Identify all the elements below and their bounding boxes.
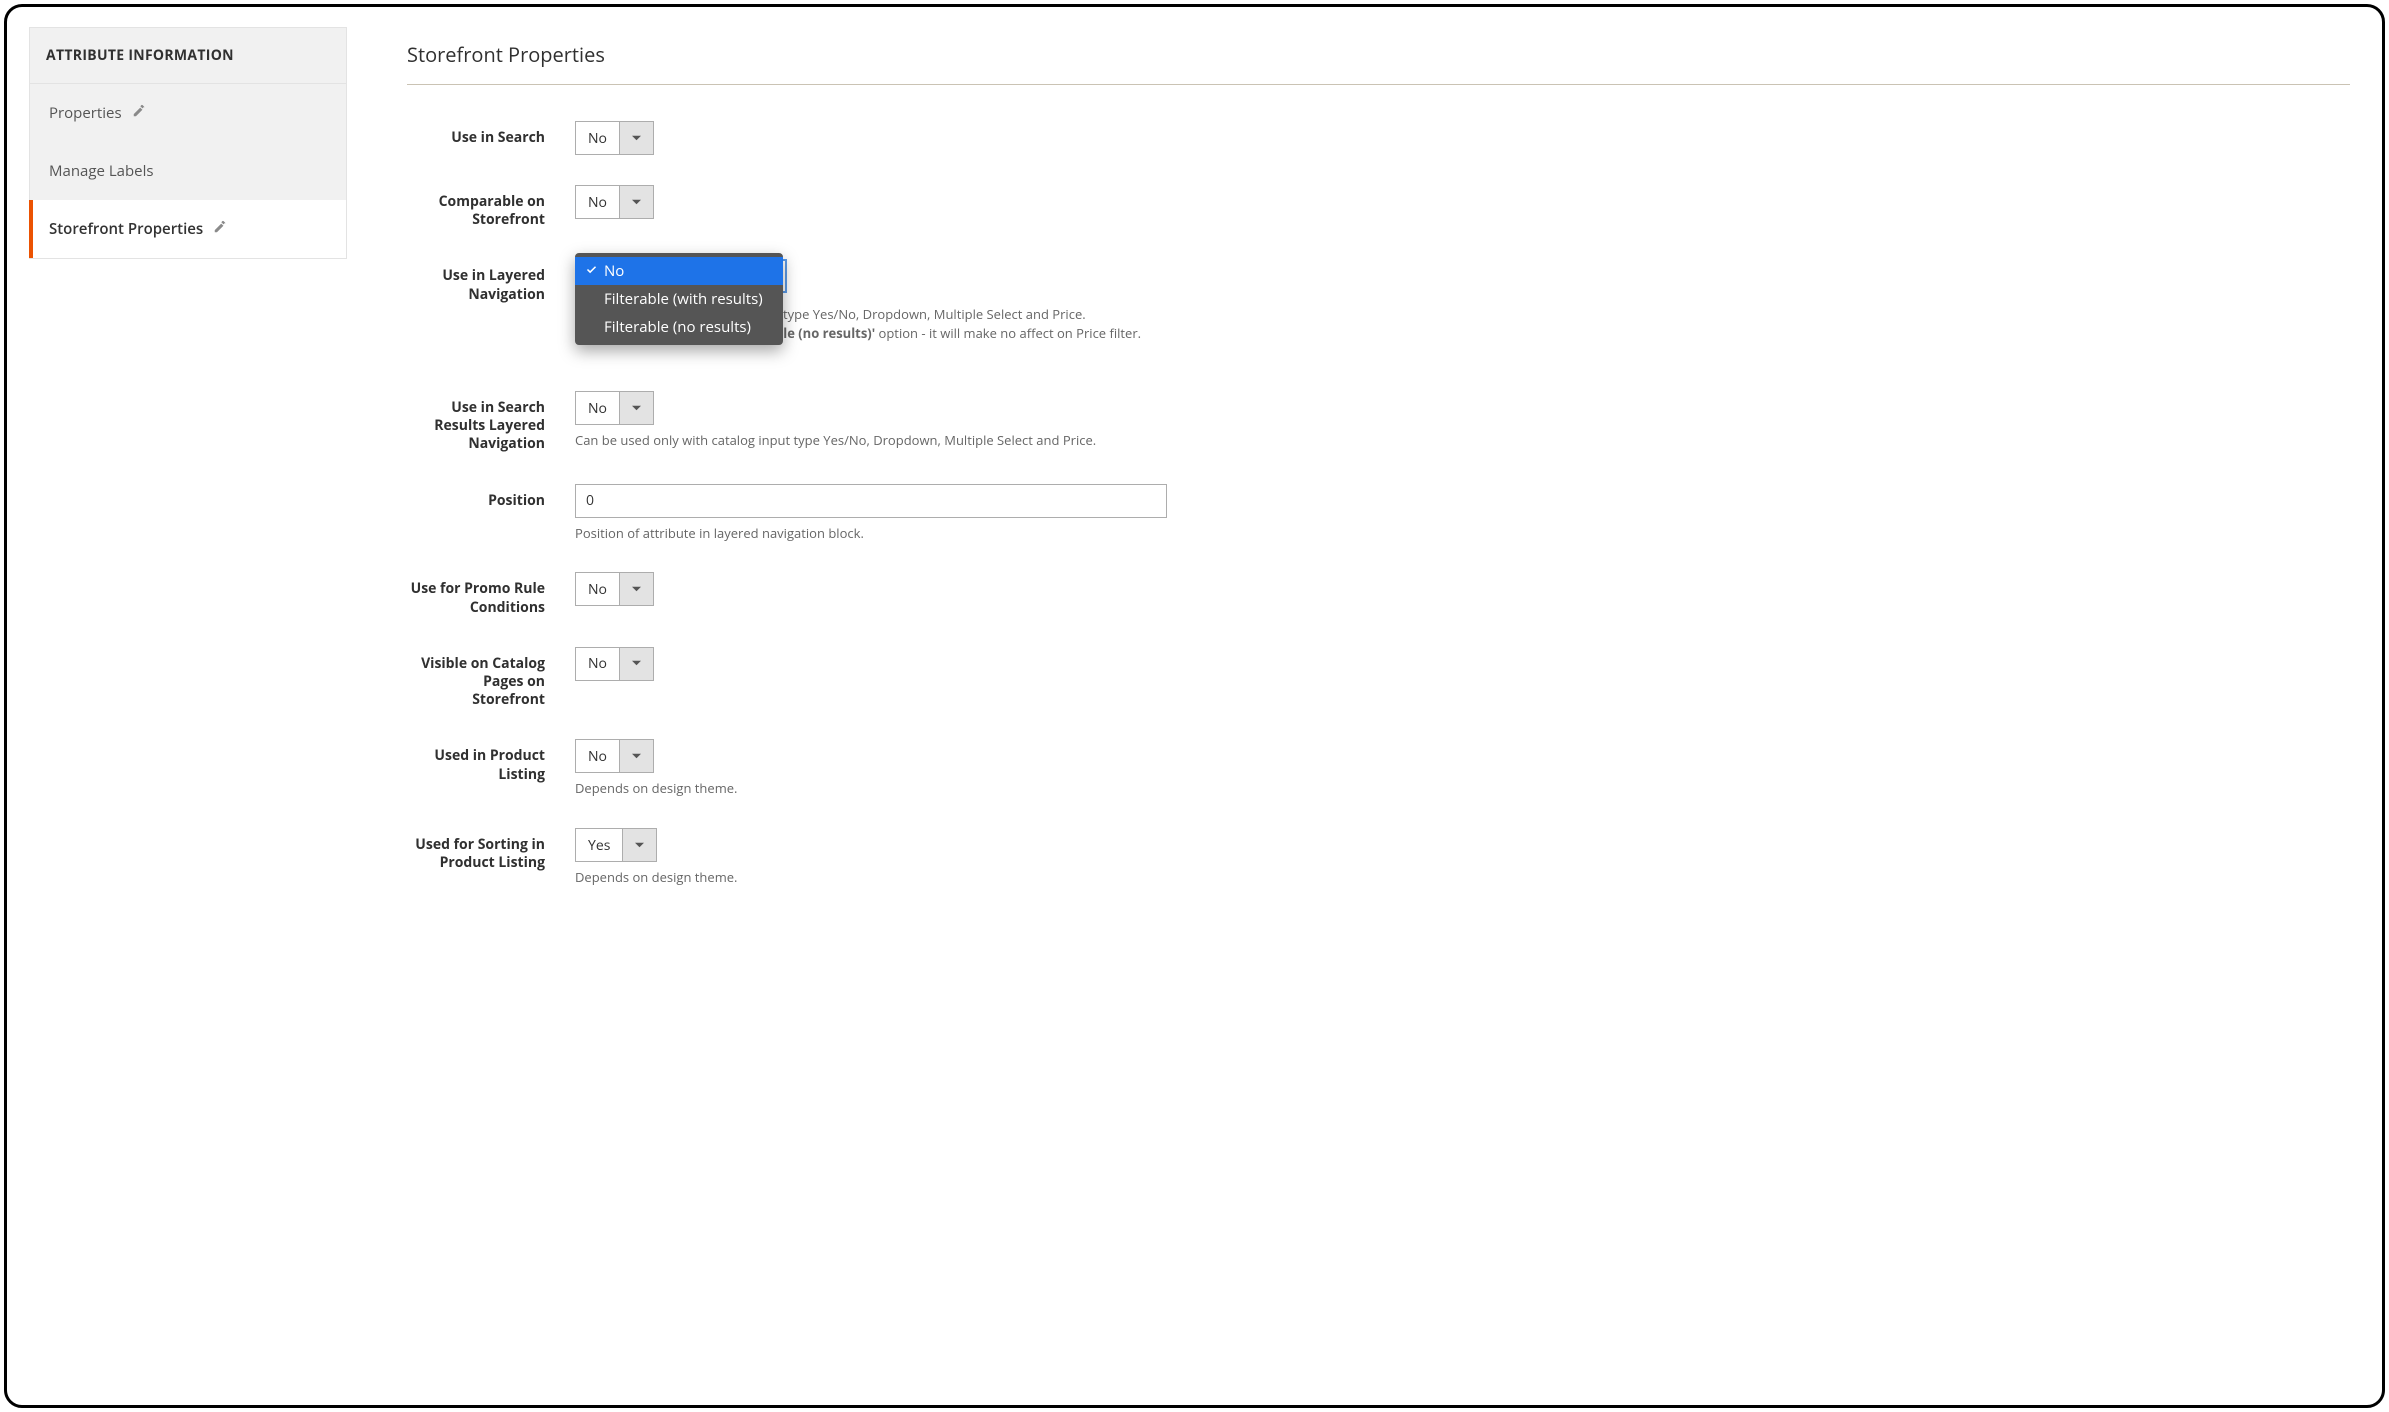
- field-visible-catalog: Visible on Catalog Pages on Storefront N…: [407, 647, 2350, 710]
- search-results-layered-select[interactable]: No: [575, 391, 654, 425]
- field-use-in-search: Use in Search No: [407, 121, 2350, 155]
- sidebar-item-label: Storefront Properties: [49, 219, 203, 239]
- field-label: Use in Search: [407, 121, 575, 147]
- field-hint: Depends on design theme.: [575, 779, 2350, 798]
- product-listing-select[interactable]: No: [575, 739, 654, 773]
- sidebar: ATTRIBUTE INFORMATION Properties Manage …: [29, 27, 347, 259]
- sorting-select[interactable]: Yes: [575, 828, 657, 862]
- chevron-down-icon: [619, 573, 653, 605]
- select-value: No: [576, 648, 619, 680]
- promo-rule-select[interactable]: No: [575, 572, 654, 606]
- field-comparable: Comparable on Storefront No: [407, 185, 2350, 229]
- select-value: No: [576, 740, 619, 772]
- dropdown-option-label: Filterable (with results): [604, 289, 763, 309]
- dropdown-option-label: No: [604, 261, 624, 281]
- chevron-down-icon: [619, 122, 653, 154]
- pencil-icon: [213, 219, 227, 239]
- select-value: Yes: [576, 829, 622, 861]
- field-hint: t type Yes/No, Dropdown, Multiple Select…: [575, 305, 2350, 343]
- section-title: Storefront Properties: [407, 41, 2350, 85]
- select-value: No: [576, 392, 619, 424]
- comparable-select[interactable]: No: [575, 185, 654, 219]
- field-label: Used in Product Listing: [407, 739, 575, 783]
- field-hint: Can be used only with catalog input type…: [575, 431, 2350, 450]
- field-search-results-layered: Use in Search Results Layered Navigation…: [407, 391, 2350, 454]
- sidebar-item-properties[interactable]: Properties: [29, 84, 346, 142]
- field-label: Position: [407, 484, 575, 510]
- field-label: Use for Promo Rule Conditions: [407, 572, 575, 616]
- sidebar-title: ATTRIBUTE INFORMATION: [30, 28, 346, 84]
- select-value: No: [576, 122, 619, 154]
- main-content: Storefront Properties Use in Search No C…: [407, 27, 2360, 887]
- chevron-down-icon: [619, 186, 653, 218]
- sidebar-item-storefront-properties[interactable]: Storefront Properties: [29, 200, 346, 258]
- chevron-down-icon: [622, 829, 656, 861]
- field-label: Visible on Catalog Pages on Storefront: [407, 647, 575, 710]
- check-icon: [585, 261, 598, 281]
- dropdown-option-filterable-with[interactable]: Filterable (with results): [575, 285, 783, 313]
- field-product-listing: Used in Product Listing No Depends on de…: [407, 739, 2350, 798]
- field-label: Use in Search Results Layered Navigation: [407, 391, 575, 454]
- layered-nav-dropdown: No Filterable (with results) Filterable …: [575, 253, 783, 345]
- sidebar-item-label: Properties: [49, 103, 122, 123]
- field-layered-navigation: Use in Layered Navigation No Filterable …: [407, 259, 2350, 343]
- dropdown-option-filterable-no[interactable]: Filterable (no results): [575, 313, 783, 341]
- dropdown-option-no[interactable]: No: [575, 257, 783, 285]
- chevron-down-icon: [619, 648, 653, 680]
- select-value: No: [576, 186, 619, 218]
- position-input[interactable]: [575, 484, 1167, 518]
- field-hint: Position of attribute in layered navigat…: [575, 524, 2350, 543]
- field-hint: Depends on design theme.: [575, 868, 2350, 887]
- sidebar-item-label: Manage Labels: [49, 161, 154, 181]
- visible-catalog-select[interactable]: No: [575, 647, 654, 681]
- chevron-down-icon: [619, 740, 653, 772]
- field-sorting: Used for Sorting in Product Listing Yes …: [407, 828, 2350, 887]
- pencil-icon: [132, 103, 146, 123]
- field-label: Use in Layered Navigation: [407, 259, 575, 303]
- sidebar-item-manage-labels[interactable]: Manage Labels: [29, 142, 346, 200]
- chevron-down-icon: [619, 392, 653, 424]
- field-position: Position Position of attribute in layere…: [407, 484, 2350, 543]
- field-label: Comparable on Storefront: [407, 185, 575, 229]
- field-label: Used for Sorting in Product Listing: [407, 828, 575, 872]
- dropdown-option-label: Filterable (no results): [604, 317, 751, 337]
- select-value: No: [576, 573, 619, 605]
- use-in-search-select[interactable]: No: [575, 121, 654, 155]
- field-promo-rule: Use for Promo Rule Conditions No: [407, 572, 2350, 616]
